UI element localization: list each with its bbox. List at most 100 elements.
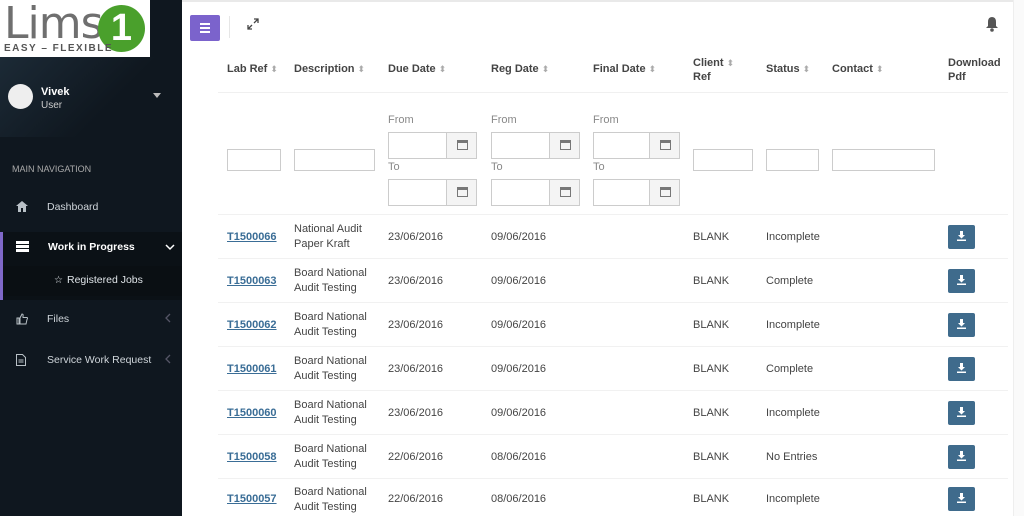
header-contact[interactable]: Contact ⬍ xyxy=(832,62,884,76)
header-reg-date[interactable]: Reg Date ⬍ xyxy=(491,62,549,76)
client-ref-cell: BLANK xyxy=(693,493,730,505)
description-line: Audit Testing xyxy=(294,501,357,513)
final-date-to-field[interactable] xyxy=(593,179,680,206)
description-line: Paper Kraft xyxy=(294,238,350,250)
scrollbar[interactable] xyxy=(1013,0,1024,516)
bell-icon[interactable] xyxy=(985,16,999,32)
sort-icon: ⬍ xyxy=(726,58,735,68)
download-pdf-button[interactable] xyxy=(948,401,975,425)
header-lab-ref[interactable]: Lab Ref ⬍ xyxy=(227,62,278,76)
download-pdf-button[interactable] xyxy=(948,269,975,293)
header-label: Pdf xyxy=(948,71,966,83)
header-label: Client xyxy=(693,57,724,69)
header-due-date[interactable]: Due Date ⬍ xyxy=(388,62,446,76)
lab-ref-link[interactable]: T1500057 xyxy=(227,493,277,505)
sort-icon: ⬍ xyxy=(875,64,884,74)
header-final-date[interactable]: Final Date ⬍ xyxy=(593,62,656,76)
reg-date-to-field[interactable] xyxy=(491,179,580,206)
calendar-icon[interactable] xyxy=(549,180,579,205)
sort-icon: ⬍ xyxy=(357,64,366,74)
due-date-to-field[interactable] xyxy=(388,179,477,206)
calendar-icon[interactable] xyxy=(649,133,679,158)
menu-toggle-button[interactable] xyxy=(190,15,220,41)
description-line: Board National xyxy=(294,399,367,411)
calendar-icon[interactable] xyxy=(446,180,476,205)
due-date-cell: 22/06/2016 xyxy=(388,493,444,505)
lab-ref-link[interactable]: T1500066 xyxy=(227,231,277,243)
reg-date-cell: 09/06/2016 xyxy=(491,319,547,331)
client-ref-cell: BLANK xyxy=(693,407,730,419)
reg-date-cell: 08/06/2016 xyxy=(491,493,547,505)
header-description[interactable]: Description ⬍ xyxy=(294,62,365,76)
lab-ref-link[interactable]: T1500060 xyxy=(227,407,277,419)
due-date-cell: 23/06/2016 xyxy=(388,319,444,331)
top-border xyxy=(182,0,1024,2)
lab-ref-link[interactable]: T1500062 xyxy=(227,319,277,331)
download-icon xyxy=(957,451,966,461)
due-date-cell: 23/06/2016 xyxy=(388,363,444,375)
calendar-icon[interactable] xyxy=(649,180,679,205)
final-date-from-field[interactable] xyxy=(593,132,680,159)
expand-icon[interactable] xyxy=(247,18,259,33)
sidebar-item-service-work-request[interactable]: Service Work Request xyxy=(0,345,182,377)
sidebar-item-files[interactable]: Files xyxy=(0,304,182,336)
logo-tagline: EASY – FLEXIBLE xyxy=(4,43,114,54)
download-icon xyxy=(957,493,966,503)
header-client-ref[interactable]: Client ⬍ Ref xyxy=(693,56,734,84)
sidebar-subitem-label: Registered Jobs xyxy=(67,274,143,286)
lab-ref-link[interactable]: T1500061 xyxy=(227,363,277,375)
download-pdf-button[interactable] xyxy=(948,357,975,381)
description-filter-input[interactable] xyxy=(294,149,375,171)
lab-ref-filter-input[interactable] xyxy=(227,149,281,171)
status-cell: Complete xyxy=(766,363,814,375)
status-cell: Incomplete xyxy=(766,319,820,331)
status-cell: Incomplete xyxy=(766,231,820,243)
description-cell: National Audit Paper Kraft xyxy=(294,222,374,252)
reg-date-from-label: From xyxy=(491,114,517,126)
status-cell: No Entries xyxy=(766,451,818,463)
chevron-left-icon xyxy=(164,311,171,326)
calendar-icon[interactable] xyxy=(549,133,579,158)
reg-date-from-field[interactable] xyxy=(491,132,580,159)
download-pdf-button[interactable] xyxy=(948,313,975,337)
download-pdf-button[interactable] xyxy=(948,445,975,469)
due-date-from-field[interactable] xyxy=(388,132,477,159)
caret-down-icon[interactable] xyxy=(153,93,161,98)
header-label: Final Date xyxy=(593,63,646,75)
final-date-from-label: From xyxy=(593,114,619,126)
status-filter-input[interactable] xyxy=(766,149,819,171)
description-cell: Board National Audit Testing xyxy=(294,485,374,515)
header-label: Download xyxy=(948,57,1001,69)
nav-header: MAIN NAVIGATION xyxy=(12,164,92,174)
description-cell: Board National Audit Testing xyxy=(294,310,374,340)
table-row: T1500058 Board National Audit Testing 22/… xyxy=(218,434,1008,478)
lab-ref-link[interactable]: T1500063 xyxy=(227,275,277,287)
sidebar-item-label: Dashboard xyxy=(47,201,99,213)
table-row: T1500063 Board National Audit Testing 23/… xyxy=(218,258,1008,302)
sidebar-item-label: Service Work Request xyxy=(47,354,152,366)
sidebar-item-dashboard[interactable]: Dashboard xyxy=(0,192,182,224)
due-date-cell: 23/06/2016 xyxy=(388,275,444,287)
download-icon xyxy=(957,319,966,329)
sort-icon: ⬍ xyxy=(438,64,447,74)
reg-date-cell: 09/06/2016 xyxy=(491,363,547,375)
table-row: T1500060 Board National Audit Testing 23/… xyxy=(218,390,1008,434)
final-date-to-label: To xyxy=(593,161,605,173)
contact-filter-input[interactable] xyxy=(832,149,935,171)
sort-icon: ⬍ xyxy=(270,64,278,74)
client-ref-filter-input[interactable] xyxy=(693,149,753,171)
lab-ref-link[interactable]: T1500058 xyxy=(227,451,277,463)
description-line: Audit Testing xyxy=(294,414,357,426)
sidebar: Lims 1 EASY – FLEXIBLE Vivek User MAIN N… xyxy=(0,0,182,516)
user-panel[interactable]: Vivek User xyxy=(0,57,182,137)
download-pdf-button[interactable] xyxy=(948,487,975,511)
chevron-left-icon xyxy=(164,352,171,367)
download-pdf-button[interactable] xyxy=(948,225,975,249)
header-status[interactable]: Status ⬍ xyxy=(766,62,810,76)
sidebar-subitem-registered-jobs[interactable]: ☆ Registered Jobs xyxy=(3,266,182,296)
status-cell: Incomplete xyxy=(766,493,820,505)
logo[interactable]: Lims 1 EASY – FLEXIBLE xyxy=(0,0,150,57)
header-label: Contact xyxy=(832,63,873,75)
calendar-icon[interactable] xyxy=(446,133,476,158)
description-line: Board National xyxy=(294,311,367,323)
